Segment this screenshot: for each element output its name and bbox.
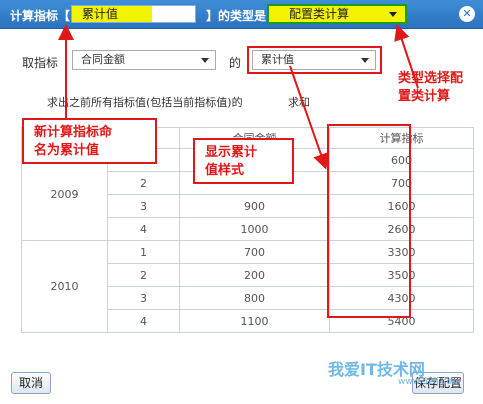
type-note-line2: 置类计算: [398, 89, 451, 104]
name-note-line1: 新计算指标命: [34, 125, 113, 140]
cancel-button[interactable]: 取消: [11, 372, 51, 394]
style-note-callout: 显示累计 值样式: [193, 138, 294, 184]
name-note-callout: 新计算指标命 名为累计值: [22, 118, 157, 164]
style-note-line1: 显示累计: [205, 145, 258, 160]
calc-column-highlight-box: [327, 124, 411, 318]
site-watermark-url: www.52ij.com: [398, 377, 461, 387]
name-note-line2: 名为累计值: [34, 143, 100, 158]
style-note-line2: 值样式: [205, 163, 245, 178]
aggregation-highlight-box: [247, 46, 382, 74]
arrow-style-note: [289, 65, 329, 170]
type-note-line1: 类型选择配: [398, 71, 464, 86]
